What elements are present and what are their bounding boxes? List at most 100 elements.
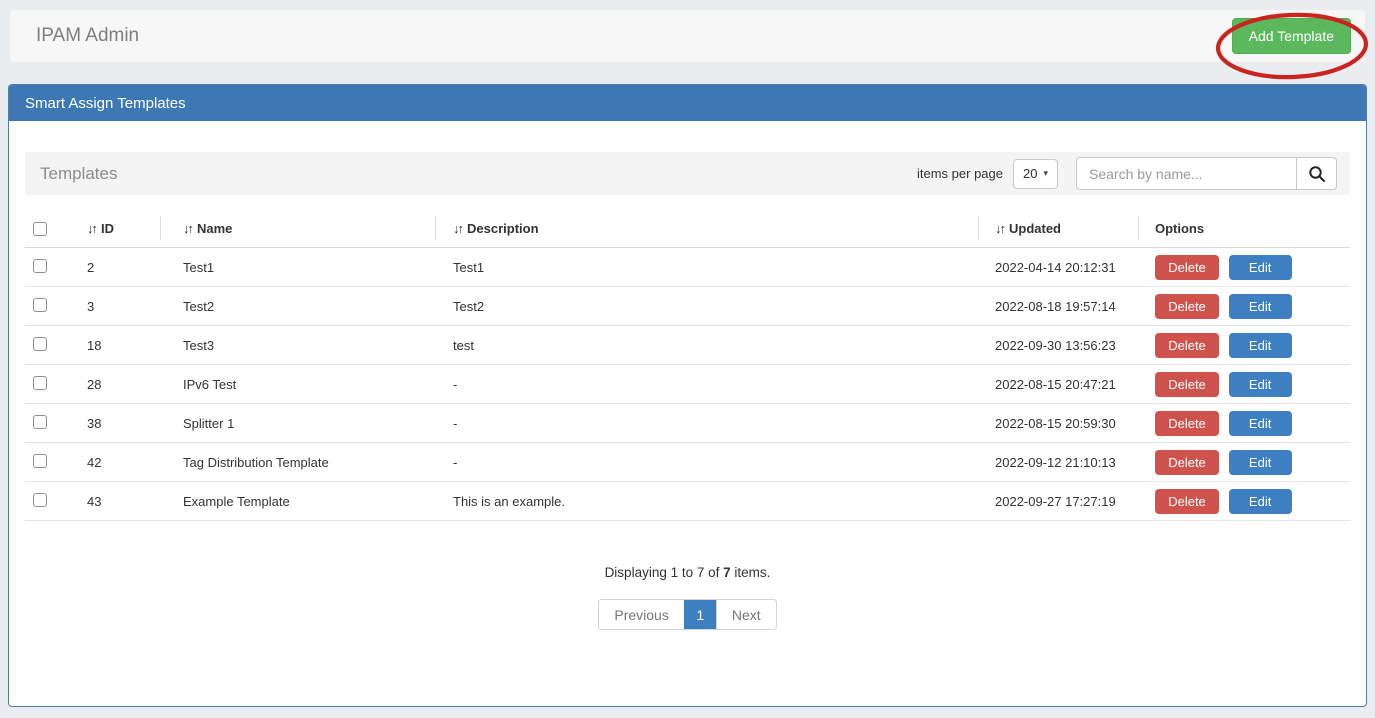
panel-heading: Smart Assign Templates bbox=[9, 85, 1366, 121]
row-checkbox[interactable] bbox=[33, 493, 47, 507]
delete-button[interactable]: Delete bbox=[1155, 294, 1219, 319]
delete-button[interactable]: Delete bbox=[1155, 333, 1219, 358]
smart-assign-templates-panel: Smart Assign Templates Templates items p… bbox=[8, 84, 1367, 707]
toolbar-title: Templates bbox=[40, 164, 117, 184]
header-id-label: ID bbox=[101, 221, 114, 236]
cell-updated: 2022-09-27 17:27:19 bbox=[978, 494, 1138, 509]
delete-button[interactable]: Delete bbox=[1155, 372, 1219, 397]
page-title: IPAM Admin bbox=[36, 25, 139, 47]
cell-id: 43 bbox=[74, 494, 160, 509]
table-row: 38 Splitter 1 - 2022-08-15 20:59:30 Dele… bbox=[25, 404, 1350, 443]
templates-table: ↓↑ ID ↓↑ Name ↓↑ Description ↓↑ Updated … bbox=[25, 210, 1350, 521]
header-name-label: Name bbox=[197, 221, 232, 236]
cell-name: Example Template bbox=[160, 494, 435, 509]
cell-description: Test2 bbox=[435, 299, 978, 314]
cell-description: This is an example. bbox=[435, 494, 978, 509]
cell-description: Test1 bbox=[435, 260, 978, 275]
row-checkbox-cell bbox=[25, 415, 74, 432]
cell-description: test bbox=[435, 338, 978, 353]
items-per-page-value: 20 bbox=[1023, 166, 1037, 181]
search-group bbox=[1076, 157, 1337, 190]
table-row: 43 Example Template This is an example. … bbox=[25, 482, 1350, 521]
header-updated-label: Updated bbox=[1009, 221, 1061, 236]
select-all-checkbox[interactable] bbox=[33, 222, 47, 236]
edit-button[interactable]: Edit bbox=[1229, 333, 1292, 358]
sort-icon[interactable]: ↓↑ bbox=[453, 221, 462, 236]
cell-updated: 2022-08-18 19:57:14 bbox=[978, 299, 1138, 314]
cell-id: 42 bbox=[74, 455, 160, 470]
edit-button[interactable]: Edit bbox=[1229, 255, 1292, 280]
display-summary-prefix: Displaying 1 to 7 of bbox=[605, 565, 724, 580]
row-checkbox-cell bbox=[25, 376, 74, 393]
cell-id: 2 bbox=[74, 260, 160, 275]
row-checkbox[interactable] bbox=[33, 376, 47, 390]
search-button[interactable] bbox=[1296, 157, 1337, 190]
cell-name: Test3 bbox=[160, 338, 435, 353]
caret-down-icon: ▾ bbox=[1043, 168, 1048, 179]
display-summary: Displaying 1 to 7 of 7 items. bbox=[25, 565, 1350, 580]
display-summary-suffix: items. bbox=[731, 565, 771, 580]
sort-icon[interactable]: ↓↑ bbox=[87, 221, 96, 236]
header-options-label: Options bbox=[1155, 221, 1204, 236]
cell-id: 3 bbox=[74, 299, 160, 314]
items-per-page-label: items per page bbox=[917, 166, 1003, 181]
cell-options: Delete Edit bbox=[1138, 450, 1350, 475]
header-options: Options bbox=[1138, 210, 1350, 247]
header-name[interactable]: ↓↑ Name bbox=[160, 210, 435, 247]
pagination-container: Previous 1 Next bbox=[25, 599, 1350, 630]
pagination-page-1[interactable]: 1 bbox=[684, 600, 716, 629]
edit-button[interactable]: Edit bbox=[1229, 411, 1292, 436]
row-checkbox[interactable] bbox=[33, 454, 47, 468]
header-updated[interactable]: ↓↑ Updated bbox=[978, 210, 1138, 247]
pagination: Previous 1 Next bbox=[598, 599, 776, 630]
toolbar-controls: items per page 20 ▾ bbox=[917, 157, 1337, 190]
delete-button[interactable]: Delete bbox=[1155, 450, 1219, 475]
cell-description: - bbox=[435, 455, 978, 470]
cell-options: Delete Edit bbox=[1138, 294, 1350, 319]
cell-updated: 2022-09-12 21:10:13 bbox=[978, 455, 1138, 470]
cell-updated: 2022-04-14 20:12:31 bbox=[978, 260, 1138, 275]
cell-options: Delete Edit bbox=[1138, 489, 1350, 514]
items-per-page-select[interactable]: 20 ▾ bbox=[1013, 159, 1058, 189]
search-input[interactable] bbox=[1076, 157, 1297, 190]
cell-options: Delete Edit bbox=[1138, 333, 1350, 358]
row-checkbox-cell bbox=[25, 454, 74, 471]
row-checkbox[interactable] bbox=[33, 298, 47, 312]
add-template-button[interactable]: Add Template bbox=[1232, 18, 1351, 54]
display-summary-total: 7 bbox=[723, 565, 731, 580]
row-checkbox[interactable] bbox=[33, 415, 47, 429]
row-checkbox-cell bbox=[25, 298, 74, 315]
cell-id: 28 bbox=[74, 377, 160, 392]
row-checkbox-cell bbox=[25, 337, 74, 354]
cell-id: 18 bbox=[74, 338, 160, 353]
page-header: IPAM Admin Add Template bbox=[10, 10, 1365, 62]
table-row: 28 IPv6 Test - 2022-08-15 20:47:21 Delet… bbox=[25, 365, 1350, 404]
cell-updated: 2022-08-15 20:47:21 bbox=[978, 377, 1138, 392]
row-checkbox-cell bbox=[25, 259, 74, 276]
cell-options: Delete Edit bbox=[1138, 255, 1350, 280]
header-description[interactable]: ↓↑ Description bbox=[435, 210, 978, 247]
sort-icon[interactable]: ↓↑ bbox=[183, 221, 192, 236]
cell-updated: 2022-08-15 20:59:30 bbox=[978, 416, 1138, 431]
pagination-next[interactable]: Next bbox=[716, 600, 776, 629]
sort-icon[interactable]: ↓↑ bbox=[995, 221, 1004, 236]
table-header-row: ↓↑ ID ↓↑ Name ↓↑ Description ↓↑ Updated … bbox=[25, 210, 1350, 248]
cell-name: IPv6 Test bbox=[160, 377, 435, 392]
edit-button[interactable]: Edit bbox=[1229, 450, 1292, 475]
table-row: 3 Test2 Test2 2022-08-18 19:57:14 Delete… bbox=[25, 287, 1350, 326]
delete-button[interactable]: Delete bbox=[1155, 255, 1219, 280]
cell-id: 38 bbox=[74, 416, 160, 431]
table-toolbar: Templates items per page 20 ▾ bbox=[25, 152, 1350, 195]
header-id[interactable]: ↓↑ ID bbox=[74, 210, 160, 247]
delete-button[interactable]: Delete bbox=[1155, 489, 1219, 514]
edit-button[interactable]: Edit bbox=[1229, 489, 1292, 514]
edit-button[interactable]: Edit bbox=[1229, 294, 1292, 319]
row-checkbox[interactable] bbox=[33, 259, 47, 273]
row-checkbox[interactable] bbox=[33, 337, 47, 351]
delete-button[interactable]: Delete bbox=[1155, 411, 1219, 436]
cell-options: Delete Edit bbox=[1138, 372, 1350, 397]
header-checkbox-cell bbox=[25, 210, 74, 247]
pagination-previous[interactable]: Previous bbox=[599, 600, 683, 629]
table-row: 42 Tag Distribution Template - 2022-09-1… bbox=[25, 443, 1350, 482]
edit-button[interactable]: Edit bbox=[1229, 372, 1292, 397]
